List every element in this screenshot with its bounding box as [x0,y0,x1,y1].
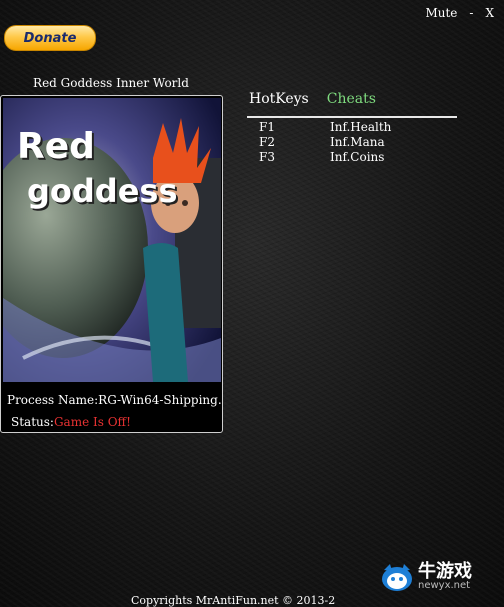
window-controls: Mute - X [425,6,494,20]
process-label: Process Name: [7,393,99,407]
tab-cheats[interactable]: Cheats [327,91,376,107]
mute-button[interactable]: Mute [425,6,457,20]
cheat-name: Inf.Mana [330,135,385,149]
logo-red-text: Red [17,126,95,167]
cheat-name: Inf.Health [330,120,392,134]
cheat-hotkey: F2 [259,135,275,149]
game-cover-art: Red goddess [3,98,221,382]
cheat-row[interactable]: F2 Inf.Mana [259,135,385,149]
status-value: Game Is Off! [53,415,131,429]
close-button[interactable]: X [485,6,494,20]
game-title: Red Goddess Inner World [33,76,189,90]
watermark-logo-icon [382,564,412,591]
watermark-cn: 牛游戏 [418,561,472,582]
watermark-url: newyx.net [418,580,471,591]
logo-goddess-text: goddess [27,172,178,210]
tab-hotkeys[interactable]: HotKeys [249,91,309,107]
tab-divider [247,116,457,118]
copyright-footer: Copyrights MrAntiFun.net © 2013-2 [131,594,336,607]
status-line: Status:Game Is Off! [11,415,131,429]
cheat-row[interactable]: F3 Inf.Coins [259,150,384,164]
process-line: Process Name:RG-Win64-Shipping. [7,393,222,407]
tab-bar: HotKeys Cheats [249,91,376,107]
process-name: RG-Win64-Shipping. [98,393,222,407]
cheat-hotkey: F1 [259,120,275,134]
watermark: 牛游戏 newyx.net [380,562,472,592]
donate-button[interactable]: Donate [4,25,96,51]
game-panel: Red goddess Process Name:RG-Win64-Shippi… [0,95,223,433]
cheat-hotkey: F3 [259,150,275,164]
cheat-row[interactable]: F1 Inf.Health [259,120,391,134]
cheat-name: Inf.Coins [330,150,385,164]
status-label: Status: [11,415,54,429]
minimize-button[interactable]: - [469,6,473,20]
